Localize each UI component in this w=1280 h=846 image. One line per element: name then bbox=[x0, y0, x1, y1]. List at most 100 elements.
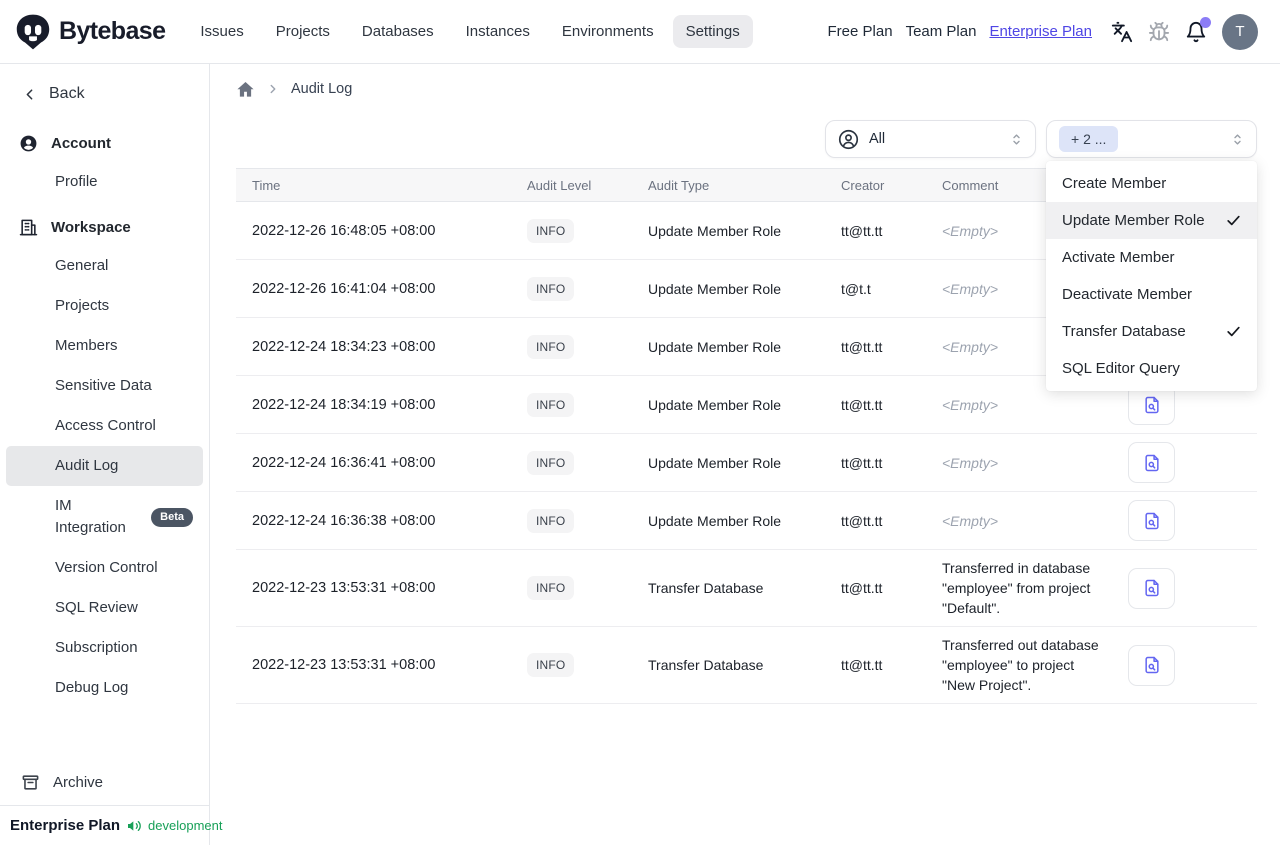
sidebar-item-sensitive-data[interactable]: Sensitive Data bbox=[6, 366, 203, 406]
comment-cell: <Empty> bbox=[926, 387, 1112, 423]
filter-row: All + 2 ... Create Member Update Member R… bbox=[236, 120, 1257, 391]
creator-cell: tt@tt.tt bbox=[841, 338, 883, 355]
nav-item-projects[interactable]: Projects bbox=[263, 15, 343, 48]
sidebar-groups: Account Profile Workspace General Projects Me… bbox=[0, 118, 209, 708]
beta-badge: Beta bbox=[151, 507, 193, 527]
type-cell: Update Member Role bbox=[648, 512, 782, 529]
avatar[interactable]: T bbox=[1222, 13, 1258, 50]
translate-icon[interactable] bbox=[1111, 21, 1133, 43]
creator-cell: t@t.t bbox=[841, 280, 871, 297]
sidebar-item-sql-review[interactable]: SQL Review bbox=[6, 588, 203, 628]
comment-cell: <Empty> bbox=[926, 445, 1112, 481]
sidebar-item-projects[interactable]: Projects bbox=[6, 286, 203, 326]
top-navbar: Bytebase Issues Projects Databases Instance… bbox=[0, 0, 1280, 64]
sidebar-item-audit-log[interactable]: Audit Log bbox=[6, 446, 203, 486]
type-cell: Update Member Role bbox=[648, 454, 782, 471]
nav-item-environments[interactable]: Environments bbox=[549, 15, 667, 48]
table-row: 2022-12-23 13:53:31 +08:00 INFO Transfer D… bbox=[236, 550, 1257, 627]
bug-icon[interactable] bbox=[1148, 21, 1170, 43]
plan-team-plan[interactable]: Team Plan bbox=[906, 23, 977, 40]
view-detail-button[interactable] bbox=[1128, 567, 1175, 609]
creator-cell: tt@tt.tt bbox=[841, 580, 883, 596]
nav-item-issues[interactable]: Issues bbox=[187, 15, 256, 48]
chevron-right-icon bbox=[266, 82, 280, 96]
menu-item-label: Deactivate Member bbox=[1062, 286, 1193, 303]
menu-item-label: SQL Editor Query bbox=[1062, 360, 1180, 377]
sidebar-item-im-integration[interactable]: IM Integration Beta bbox=[6, 486, 203, 548]
time-cell: 2022-12-23 13:53:31 +08:00 bbox=[252, 580, 436, 596]
empty-comment: <Empty> bbox=[942, 338, 999, 355]
time-cell: 2022-12-23 13:53:31 +08:00 bbox=[252, 657, 436, 673]
audit-level-badge: INFO bbox=[527, 508, 575, 533]
level-cell: INFO bbox=[511, 645, 632, 685]
bytebase-logo[interactable]: Bytebase bbox=[14, 13, 166, 51]
menu-item-transfer-database[interactable]: Transfer Database bbox=[1046, 313, 1257, 350]
sidebar-item-profile[interactable]: Profile bbox=[6, 162, 203, 202]
sidebar-item-label: IM Integration bbox=[55, 497, 126, 536]
sidebar-item-label: Projects bbox=[55, 297, 110, 314]
back-button[interactable]: Back bbox=[0, 78, 209, 110]
sidebar-item-access-control[interactable]: Access Control bbox=[6, 406, 203, 446]
type-filter-value: + 2 ... bbox=[1059, 126, 1119, 152]
menu-item-deactivate-member[interactable]: Deactivate Member bbox=[1046, 276, 1257, 313]
audit-type-filter-select[interactable]: + 2 ... bbox=[1046, 120, 1257, 158]
bell-icon[interactable] bbox=[1185, 16, 1211, 43]
user-circle-icon bbox=[838, 129, 859, 150]
sidebar-item-label: SQL Review bbox=[55, 599, 138, 616]
view-detail-button[interactable] bbox=[1128, 644, 1175, 686]
menu-item-sql-editor-query[interactable]: SQL Editor Query bbox=[1046, 350, 1257, 387]
menu-item-label: Transfer Database bbox=[1062, 323, 1186, 340]
sidebar-item-subscription[interactable]: Subscription bbox=[6, 628, 203, 668]
view-detail-button[interactable] bbox=[1128, 442, 1175, 483]
main-content: Audit Log All + 2 ... Create Member Upda… bbox=[210, 64, 1280, 845]
creator-cell: tt@tt.tt bbox=[841, 454, 883, 471]
plan-links: Free Plan Team Plan Enterprise Plan bbox=[828, 23, 1092, 40]
sidebar-item-general[interactable]: General bbox=[6, 246, 203, 286]
creator-cell: tt@tt.tt bbox=[841, 512, 883, 529]
column-header-audit-type: Audit Type bbox=[648, 177, 710, 193]
level-cell: INFO bbox=[511, 327, 632, 367]
type-cell: Update Member Role bbox=[648, 280, 782, 297]
nav-item-databases[interactable]: Databases bbox=[349, 15, 447, 48]
archive-icon bbox=[21, 773, 40, 792]
brand-name: Bytebase bbox=[59, 17, 166, 45]
type-cell: Update Member Role bbox=[648, 338, 782, 355]
file-search-icon bbox=[1142, 578, 1162, 598]
sidebar-item-version-control[interactable]: Version Control bbox=[6, 548, 203, 588]
file-search-icon bbox=[1142, 395, 1162, 415]
sidebar-item-members[interactable]: Members bbox=[6, 326, 203, 366]
sidebar-item-debug-log[interactable]: Debug Log bbox=[6, 668, 203, 708]
creator-filter-select[interactable]: All bbox=[825, 120, 1036, 158]
audit-level-badge: INFO bbox=[527, 218, 575, 243]
column-header-time: Time bbox=[252, 177, 281, 193]
creator-cell: tt@tt.tt bbox=[841, 396, 883, 413]
comment-cell: Transferred in database "employee" from … bbox=[942, 560, 1091, 616]
file-search-icon bbox=[1142, 655, 1162, 675]
home-icon[interactable] bbox=[236, 80, 255, 99]
plan-enterprise-plan[interactable]: Enterprise Plan bbox=[989, 23, 1092, 40]
sidebar-item-label: Subscription bbox=[55, 639, 138, 656]
chevron-updown-icon bbox=[1230, 132, 1245, 147]
empty-comment: <Empty> bbox=[942, 222, 999, 239]
nav-item-settings[interactable]: Settings bbox=[672, 15, 753, 48]
menu-item-activate-member[interactable]: Activate Member bbox=[1046, 239, 1257, 276]
plan-free-plan[interactable]: Free Plan bbox=[828, 23, 893, 40]
audit-level-badge: INFO bbox=[527, 576, 575, 600]
building-icon bbox=[19, 218, 38, 237]
table-row: 2022-12-23 13:53:31 +08:00 INFO Transfer D… bbox=[236, 627, 1257, 704]
type-cell: Transfer Database bbox=[648, 657, 764, 673]
navbar-right: Free Plan Team Plan Enterprise Plan T bbox=[828, 13, 1258, 50]
empty-comment: <Empty> bbox=[942, 396, 999, 413]
archive-button[interactable]: Archive bbox=[0, 763, 209, 805]
audit-level-badge: INFO bbox=[527, 276, 575, 301]
menu-item-update-member-role[interactable]: Update Member Role bbox=[1046, 202, 1257, 239]
view-detail-button[interactable] bbox=[1128, 500, 1175, 541]
menu-item-create-member[interactable]: Create Member bbox=[1046, 165, 1257, 202]
sidebar-item-label: Sensitive Data bbox=[55, 377, 152, 394]
nav-item-instances[interactable]: Instances bbox=[453, 15, 543, 48]
check-icon bbox=[1225, 323, 1242, 340]
type-cell: Transfer Database bbox=[648, 580, 764, 596]
chevron-left-icon bbox=[21, 86, 38, 103]
sidebar-group-label: Workspace bbox=[51, 219, 131, 236]
creator-cell: tt@tt.tt bbox=[841, 222, 883, 239]
